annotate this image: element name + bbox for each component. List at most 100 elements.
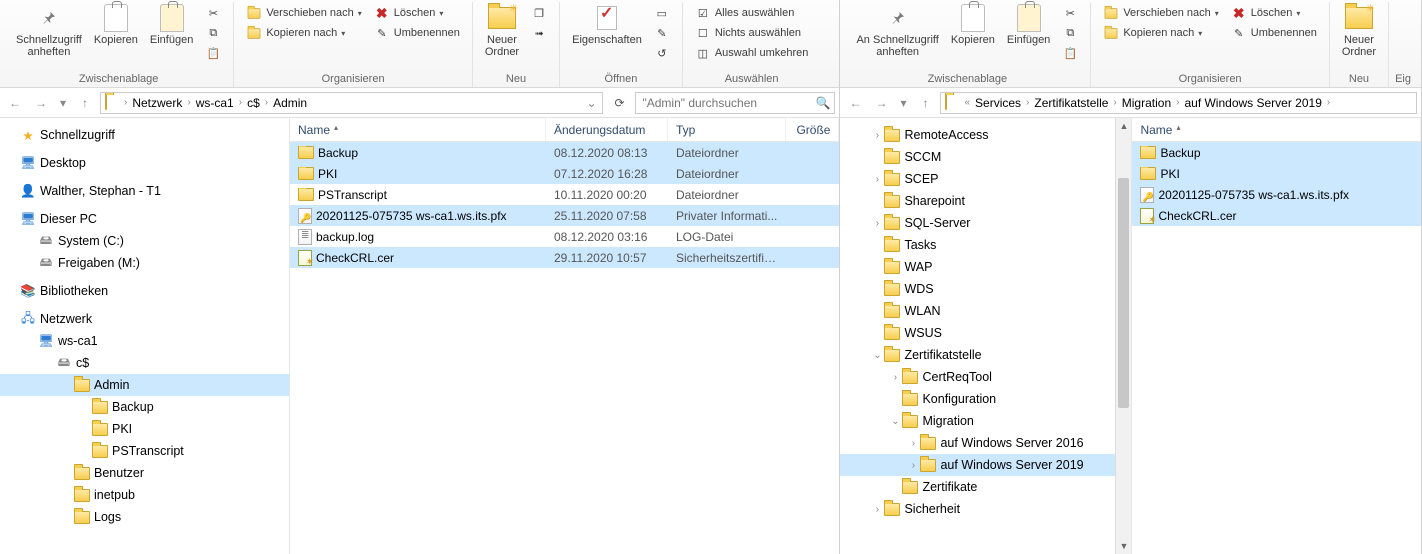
crumb-0[interactable]: Services <box>971 96 1025 110</box>
tree-item[interactable]: Tasks <box>840 234 1131 256</box>
copy-button[interactable]: Kopieren <box>88 2 144 48</box>
copy-to-button[interactable]: Kopieren nach <box>1099 24 1222 42</box>
history-button[interactable]: ↺ <box>650 44 674 62</box>
nav-recent-button[interactable]: ▾ <box>56 92 70 114</box>
scroll-down-icon[interactable]: ▼ <box>1116 538 1131 554</box>
table-row[interactable]: 20201125-075735 ws-ca1.ws.its.pfx <box>1132 184 1421 205</box>
table-row[interactable]: Backup <box>1132 142 1421 163</box>
file-rows[interactable]: BackupPKI20201125-075735 ws-ca1.ws.its.p… <box>1132 142 1421 554</box>
copy-to-button[interactable]: Kopieren nach <box>242 24 365 42</box>
nav-recent-button[interactable]: ▾ <box>896 92 910 114</box>
copy-path-button[interactable]: ⧉ <box>1058 24 1082 42</box>
table-row[interactable]: Backup08.12.2020 08:13Dateiordner <box>290 142 839 163</box>
cut-button[interactable]: ✂ <box>201 4 225 22</box>
col-type[interactable]: Typ <box>668 118 786 141</box>
tree-item[interactable]: 🖥ws-ca1 <box>0 330 289 352</box>
tree-item[interactable]: WLAN <box>840 300 1131 322</box>
tree-expander-icon[interactable]: › <box>870 504 884 515</box>
tree-item[interactable]: ›SQL-Server <box>840 212 1131 234</box>
paste-shortcut-button[interactable]: 📋 <box>1058 44 1082 62</box>
pin-to-quickaccess-button[interactable]: An Schnellzugriff anheften <box>850 2 944 60</box>
table-row[interactable]: CheckCRL.cer29.11.2020 10:57Sicherheitsz… <box>290 247 839 268</box>
address-dropdown-button[interactable]: ⌄ <box>582 92 600 114</box>
properties-button[interactable]: Eigenschaften <box>566 2 648 48</box>
file-rows[interactable]: Backup08.12.2020 08:13DateiordnerPKI07.1… <box>290 142 839 554</box>
copy-button[interactable]: Kopieren <box>945 2 1001 48</box>
tree-item[interactable]: WSUS <box>840 322 1131 344</box>
tree-item[interactable]: SCCM <box>840 146 1131 168</box>
tree-item[interactable]: ›auf Windows Server 2016 <box>840 432 1131 454</box>
tree-item[interactable]: Logs <box>0 506 289 528</box>
tree-item[interactable]: 🖥Desktop <box>0 152 289 174</box>
nav-back-button[interactable]: ← <box>844 92 866 114</box>
crumb-share[interactable]: c$ <box>243 96 264 110</box>
tree-item[interactable]: Admin <box>0 374 289 396</box>
col-size[interactable]: Größe <box>786 118 839 141</box>
nav-back-button[interactable]: ← <box>4 92 26 114</box>
easy-access-button[interactable]: ➟ <box>527 24 551 42</box>
scroll-up-icon[interactable]: ▲ <box>1116 118 1131 134</box>
rename-button[interactable]: ✎Umbenennen <box>1227 24 1321 42</box>
nav-up-button[interactable]: ↑ <box>74 92 96 114</box>
tree-expander-icon[interactable]: ⌄ <box>888 416 902 427</box>
col-name[interactable]: Name <box>1132 118 1421 141</box>
tree-item[interactable]: WDS <box>840 278 1131 300</box>
tree-item[interactable]: 🖥Dieser PC <box>0 208 289 230</box>
tree-item[interactable]: Konfiguration <box>840 388 1131 410</box>
table-row[interactable]: backup.log08.12.2020 03:16LOG-Datei <box>290 226 839 247</box>
nav-forward-button[interactable]: → <box>30 92 52 114</box>
table-row[interactable]: PSTranscript10.11.2020 00:20Dateiordner <box>290 184 839 205</box>
delete-button[interactable]: ✖Löschen <box>1227 4 1321 22</box>
navigation-tree[interactable]: ★Schnellzugriff 🖥Desktop 👤Walther, Stephan… <box>0 118 290 554</box>
edit-button[interactable]: ✎ <box>650 24 674 42</box>
tree-expander-icon[interactable]: ⌄ <box>870 350 884 361</box>
overflow-icon[interactable]: « <box>963 97 971 108</box>
open-button[interactable]: ▭ <box>650 4 674 22</box>
tree-item[interactable]: Sharepoint <box>840 190 1131 212</box>
search-input[interactable] <box>640 95 815 111</box>
table-row[interactable]: PKI <box>1132 163 1421 184</box>
tree-item[interactable]: PKI <box>0 418 289 440</box>
tree-item[interactable]: ›SCEP <box>840 168 1131 190</box>
tree-item[interactable]: 📚Bibliotheken <box>0 280 289 302</box>
tree-scrollbar[interactable]: ▲ ▼ <box>1115 118 1131 554</box>
tree-item[interactable]: 🖴c$ <box>0 352 289 374</box>
tree-item[interactable]: ⌄Zertifikatstelle <box>840 344 1131 366</box>
delete-button[interactable]: ✖ Löschen <box>370 4 464 22</box>
refresh-button[interactable]: ⟳ <box>607 92 631 114</box>
table-row[interactable]: 20201125-075735 ws-ca1.ws.its.pfx25.11.2… <box>290 205 839 226</box>
nav-forward-button[interactable]: → <box>870 92 892 114</box>
move-to-button[interactable]: Verschieben nach <box>1099 4 1222 22</box>
tree-expander-icon[interactable]: › <box>870 174 884 185</box>
tree-item[interactable]: ›RemoteAccess <box>840 124 1131 146</box>
paste-button[interactable]: Einfügen <box>1001 2 1056 48</box>
tree-item[interactable]: 👤Walther, Stephan - T1 <box>0 180 289 202</box>
tree-item[interactable]: inetpub <box>0 484 289 506</box>
search-box[interactable]: 🔍 <box>635 92 835 114</box>
tree-item[interactable]: 🖴System (C:) <box>0 230 289 252</box>
crumb-folder[interactable]: Admin <box>269 96 311 110</box>
tree-item[interactable]: ⌄Migration <box>840 410 1131 432</box>
tree-item[interactable]: 🖧Netzwerk <box>0 308 289 330</box>
cut-button[interactable]: ✂ <box>1058 4 1082 22</box>
tree-expander-icon[interactable]: › <box>888 372 902 383</box>
col-name[interactable]: Name <box>290 118 546 141</box>
crumb-2[interactable]: Migration <box>1118 96 1175 110</box>
tree-item[interactable]: Backup <box>0 396 289 418</box>
invert-selection-button[interactable]: ◫Auswahl umkehren <box>691 44 813 62</box>
tree-item[interactable]: Benutzer <box>0 462 289 484</box>
crumb-3[interactable]: auf Windows Server 2019 <box>1180 96 1325 110</box>
tree-item[interactable]: 🖴Freigaben (M:) <box>0 252 289 274</box>
tree-expander-icon[interactable]: › <box>870 218 884 229</box>
crumb-host[interactable]: ws-ca1 <box>192 96 238 110</box>
tree-expander-icon[interactable]: › <box>906 460 920 471</box>
tree-item[interactable]: ★Schnellzugriff <box>0 124 289 146</box>
address-bar[interactable]: « Services › Zertifikatstelle › Migratio… <box>940 92 1417 114</box>
crumb-1[interactable]: Zertifikatstelle <box>1030 96 1112 110</box>
select-none-button[interactable]: ☐Nichts auswählen <box>691 24 813 42</box>
crumb-network[interactable]: Netzwerk <box>128 96 186 110</box>
paste-shortcut-button[interactable]: 📋 <box>201 44 225 62</box>
navigation-tree[interactable]: ›RemoteAccessSCCM›SCEPSharepoint›SQL-Ser… <box>840 118 1132 554</box>
pin-to-quickaccess-button[interactable]: Schnellzugriff anheften <box>10 2 88 60</box>
select-all-button[interactable]: ☑Alles auswählen <box>691 4 813 22</box>
